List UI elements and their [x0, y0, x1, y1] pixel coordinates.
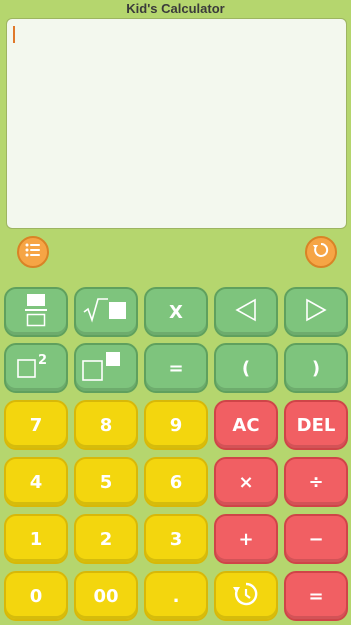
key-label: 0 — [29, 585, 43, 607]
double-zero-button[interactable]: 00 — [74, 571, 138, 621]
key-label: 7 — [29, 414, 43, 436]
square-button[interactable]: 2 — [4, 343, 68, 393]
sqrt-button[interactable] — [74, 287, 138, 337]
digit-2-button[interactable]: 2 — [74, 514, 138, 564]
digit-3-button[interactable]: 3 — [144, 514, 208, 564]
history-icon — [231, 579, 261, 614]
text-caret — [13, 26, 15, 43]
cursor-right-button[interactable] — [284, 287, 348, 337]
equals-compare-button[interactable]: = — [144, 343, 208, 393]
key-label: = — [308, 585, 324, 607]
key-label: AC — [232, 414, 260, 436]
sqrt-icon — [82, 296, 130, 329]
key-label: 8 — [99, 414, 113, 436]
history-button[interactable] — [214, 571, 278, 621]
menu-button[interactable] — [17, 236, 49, 268]
svg-text:2: 2 — [38, 353, 47, 368]
delete-button[interactable]: DEL — [284, 400, 348, 450]
fraction-icon — [23, 292, 49, 333]
key-label: 6 — [169, 471, 183, 493]
divide-button[interactable]: ÷ — [284, 457, 348, 507]
multiply-button[interactable]: × — [214, 457, 278, 507]
key-label: 1 — [29, 528, 43, 550]
key-label: = — [168, 357, 184, 379]
digit-0-button[interactable]: 0 — [4, 571, 68, 621]
list-icon — [23, 240, 43, 265]
key-label: 00 — [93, 585, 119, 607]
left-arrow-icon — [233, 298, 259, 327]
calculator-display[interactable] — [6, 18, 347, 229]
key-label: 3 — [169, 528, 183, 550]
cursor-left-button[interactable] — [214, 287, 278, 337]
close-paren-button[interactable]: ) — [284, 343, 348, 393]
key-label: 2 — [99, 528, 113, 550]
key-label: − — [308, 528, 324, 550]
key-label: X — [169, 301, 183, 323]
digit-8-button[interactable]: 8 — [74, 400, 138, 450]
digit-5-button[interactable]: 5 — [74, 457, 138, 507]
right-arrow-icon — [303, 298, 329, 327]
key-label: ( — [241, 357, 251, 379]
key-label: 9 — [169, 414, 183, 436]
key-label: 5 — [99, 471, 113, 493]
square-icon: 2 — [14, 351, 58, 386]
key-label: + — [238, 528, 254, 550]
equals-button[interactable]: = — [284, 571, 348, 621]
power-button[interactable] — [74, 343, 138, 393]
plus-button[interactable]: + — [214, 514, 278, 564]
key-label: ÷ — [308, 471, 324, 493]
refresh-icon — [311, 240, 331, 265]
digit-9-button[interactable]: 9 — [144, 400, 208, 450]
digit-6-button[interactable]: 6 — [144, 457, 208, 507]
variable-x-button[interactable]: X — [144, 287, 208, 337]
decimal-point-button[interactable]: . — [144, 571, 208, 621]
app-title: Kid's Calculator — [126, 1, 225, 16]
fraction-button[interactable] — [4, 287, 68, 337]
digit-4-button[interactable]: 4 — [4, 457, 68, 507]
minus-button[interactable]: − — [284, 514, 348, 564]
key-label: . — [172, 585, 180, 607]
open-paren-button[interactable]: ( — [214, 343, 278, 393]
key-label: ) — [311, 357, 321, 379]
power-icon — [80, 350, 132, 387]
digit-7-button[interactable]: 7 — [4, 400, 68, 450]
key-label: DEL — [296, 414, 336, 436]
key-label: 4 — [29, 471, 43, 493]
reset-button[interactable] — [305, 236, 337, 268]
key-label: × — [238, 471, 254, 493]
digit-1-button[interactable]: 1 — [4, 514, 68, 564]
all-clear-button[interactable]: AC — [214, 400, 278, 450]
